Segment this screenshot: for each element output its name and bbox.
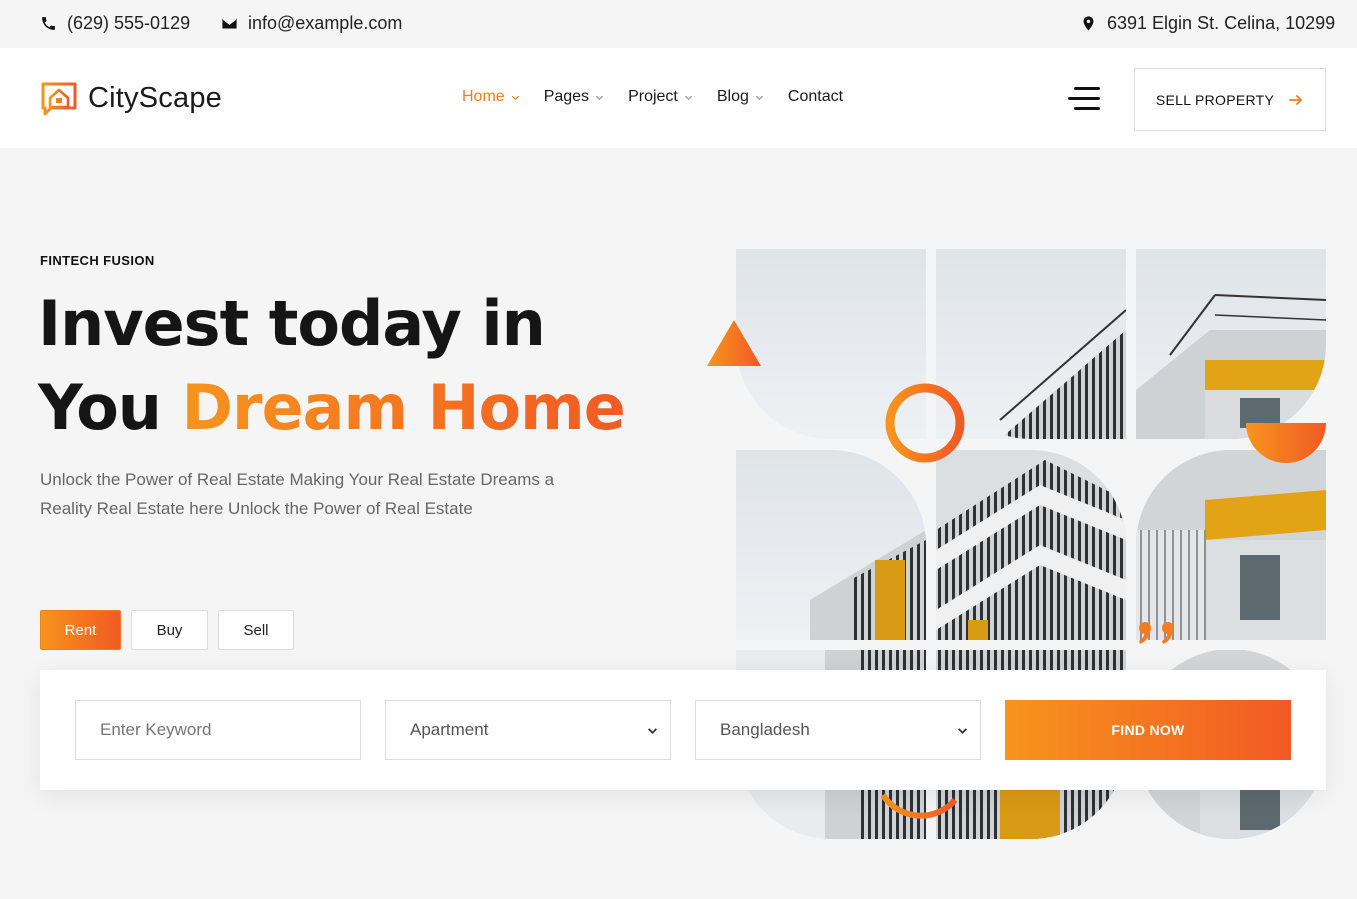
chevron-down-icon: [755, 95, 763, 100]
email-contact[interactable]: info@example.com: [221, 13, 402, 34]
property-type-select[interactable]: Apartment: [385, 700, 671, 760]
hero-title-accent: Dream Home: [181, 371, 626, 444]
nav-label: Project: [628, 88, 678, 105]
chevron-down-icon: [648, 728, 657, 734]
chevron-down-icon: [511, 95, 519, 100]
tile-sky-1: [736, 249, 926, 439]
top-bar: (629) 555-0129 info@example.com 6391 Elg…: [0, 0, 1357, 48]
hero-eyebrow: FINTECH FUSION: [40, 253, 155, 268]
logo[interactable]: CityScape: [40, 78, 222, 118]
sell-property-label: SELL PROPERTY: [1155, 91, 1275, 108]
nav-label: Blog: [716, 88, 749, 105]
keyword-input[interactable]: [100, 720, 336, 740]
main-nav: Home Pages Project Blog Contact: [462, 88, 867, 106]
nav-item-contact[interactable]: Contact: [788, 88, 843, 106]
nav-item-home[interactable]: Home: [462, 88, 520, 106]
property-type-value: Apartment: [410, 720, 489, 739]
nav-label: Contact: [787, 88, 844, 105]
arrow-right-icon: [1289, 94, 1303, 105]
property-search-form: Apartment Bangladesh FIND NOW: [40, 670, 1326, 790]
find-now-button[interactable]: FIND NOW: [1005, 700, 1291, 760]
nav-label: Pages: [543, 88, 590, 105]
tab-buy[interactable]: Buy: [131, 610, 208, 650]
hero-title-line1: Invest today in: [38, 287, 546, 360]
phone-icon: [42, 17, 55, 30]
hero-description: Unlock the Power of Real Estate Making Y…: [40, 470, 555, 518]
nav-label: Home: [462, 88, 505, 105]
chevron-down-icon: [684, 95, 692, 100]
address-contact: 6391 Elgin St. Celina, 10299: [1080, 13, 1335, 34]
tab-sell[interactable]: Sell: [218, 610, 294, 650]
tab-rent[interactable]: Rent: [40, 610, 121, 650]
map-pin-icon: [1083, 16, 1094, 31]
listing-type-tabs: Rent Buy Sell: [40, 610, 294, 650]
chevron-down-icon: [595, 95, 604, 100]
nav-item-project[interactable]: Project: [628, 88, 693, 106]
hero-title: Invest today in You Dream Home: [38, 282, 626, 450]
chevron-down-icon: [958, 728, 967, 734]
main-header: CityScape Home Pages Project Blog Contac…: [0, 48, 1357, 148]
sell-property-button[interactable]: SELL PROPERTY: [1134, 68, 1326, 131]
email-text: info@example.com: [248, 13, 403, 33]
hamburger-menu-icon[interactable]: [1068, 86, 1100, 112]
nav-item-blog[interactable]: Blog: [717, 88, 764, 106]
nav-item-pages[interactable]: Pages: [544, 88, 604, 106]
tile-right-building-detail: [1136, 450, 1326, 640]
address-text: 6391 Elgin St. Celina, 10299: [1107, 13, 1336, 33]
location-value: Bangladesh: [720, 720, 810, 739]
hero-title-plain: You: [38, 371, 162, 444]
logo-text: CityScape: [88, 81, 222, 114]
house-chat-logo-icon: [41, 82, 77, 116]
envelope-icon: [222, 18, 237, 29]
keyword-field[interactable]: [75, 700, 361, 760]
phone-contact[interactable]: (629) 555-0129: [40, 13, 190, 34]
location-select[interactable]: Bangladesh: [695, 700, 981, 760]
phone-text: (629) 555-0129: [67, 13, 191, 33]
